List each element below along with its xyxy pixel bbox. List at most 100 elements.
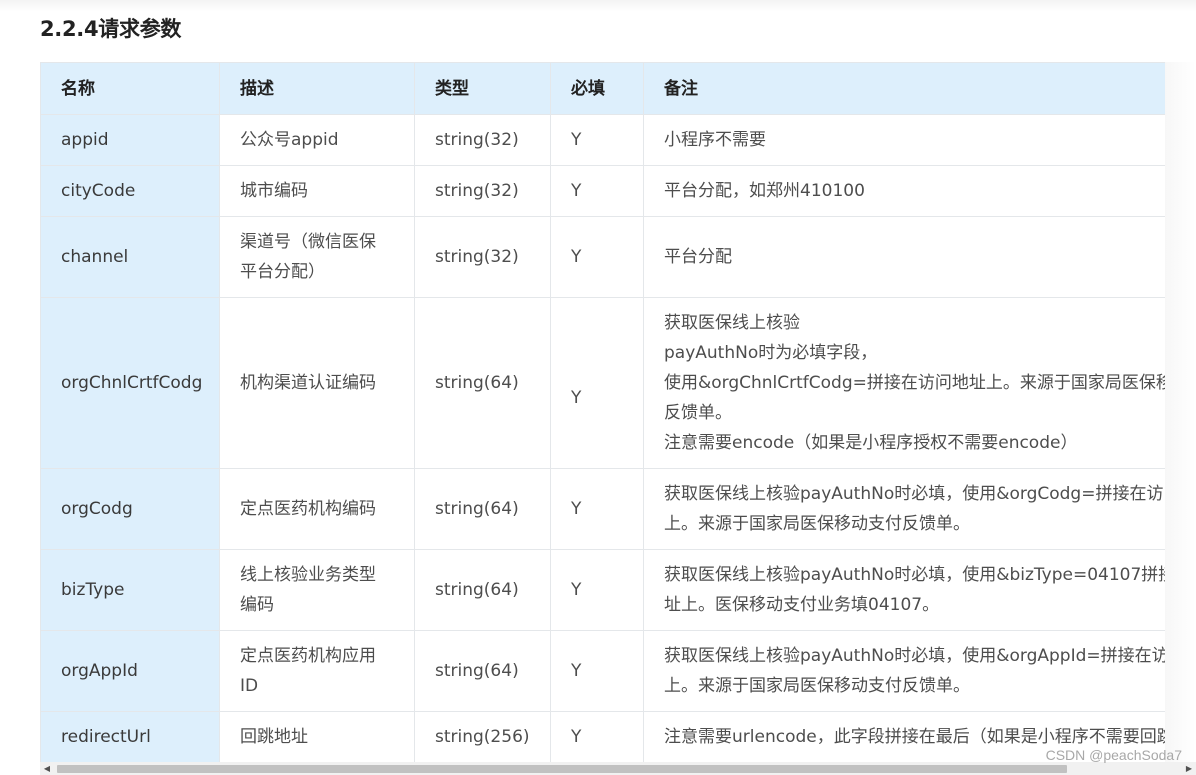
param-type: string(256) (435, 727, 530, 747)
param-name-cell: orgCodg (40, 468, 220, 550)
param-description-cell: 回跳地址 (219, 711, 415, 762)
param-name-cell: appid (40, 114, 220, 166)
param-description-line: 编码 (240, 595, 274, 615)
param-remark-cell: 获取医保线上核验payAuthNo时必填，使用&bizType=04107拼接在… (643, 549, 1165, 631)
param-required: Y (571, 181, 582, 201)
page-top-shadow (0, 0, 1196, 12)
param-type-cell: string(64) (414, 468, 551, 550)
param-remark-cell: 获取医保线上核验 payAuthNo时为必填字段， 使用&orgChnlCrtfCo… (643, 297, 1165, 469)
param-description-line: 机构渠道认证编码 (240, 373, 376, 393)
table-row: orgCodg 定点医药机构编码 string(64) Y 获取医保线上核验payAut… (40, 468, 1165, 550)
param-type: string(64) (435, 499, 519, 519)
header-required: 必填 (550, 62, 644, 115)
param-remark-line: payAuthNo时为必填字段， (664, 343, 878, 363)
param-remark-line: 址上。医保移动支付业务填04107。 (664, 595, 940, 615)
param-name-cell: redirectUrl (40, 711, 220, 762)
param-required-cell: Y (550, 114, 644, 166)
param-remark-cell: 平台分配，如郑州410100 (643, 165, 1165, 217)
param-name-cell: orgChnlCrtfCodg (40, 297, 220, 469)
param-type: string(32) (435, 247, 519, 267)
param-name-cell: channel (40, 216, 220, 298)
param-remark-line: 获取医保线上核验payAuthNo时必填，使用&orgCodg=拼接在访问地址 (664, 484, 1165, 504)
table-row: cityCode 城市编码 string(32) Y 平台分配，如郑州410100 (40, 165, 1165, 217)
param-remark-line: 获取医保线上核验payAuthNo时必填，使用&bizType=04107拼接在… (664, 565, 1165, 585)
param-required: Y (571, 388, 582, 408)
param-description-line: 线上核验业务类型 (240, 565, 376, 585)
param-description-line: ID (240, 676, 259, 696)
param-type: string(64) (435, 373, 519, 393)
param-name-cell: bizType (40, 549, 220, 631)
header-name: 名称 (40, 62, 220, 115)
param-name: channel (61, 247, 129, 267)
param-required: Y (571, 661, 582, 681)
param-description-line: 平台分配） (240, 262, 325, 282)
param-type-cell: string(32) (414, 165, 551, 217)
param-type: string(32) (435, 130, 519, 150)
param-required-cell: Y (550, 630, 644, 712)
param-remark-line: 使用&orgChnlCrtfCodg=拼接在访问地址上。来源于国家局医保移动支付 (664, 373, 1165, 393)
header-description: 描述 (219, 62, 415, 115)
param-required: Y (571, 580, 582, 600)
scroll-left-icon[interactable]: ◀ (40, 762, 54, 775)
param-remark-line: 获取医保线上核验 (664, 313, 800, 333)
table-overflow-shade (1165, 62, 1196, 762)
param-remark-line: 上。来源于国家局医保移动支付反馈单。 (664, 676, 970, 696)
param-description-line: 定点医药机构应用 (240, 646, 376, 666)
param-remark-line: 反馈单。 (664, 403, 732, 423)
param-required: Y (571, 247, 582, 267)
param-required-cell: Y (550, 165, 644, 217)
params-table: 名称 描述 类型 必填 备注 appid 公众号appid string(32) Y 小… (40, 62, 1165, 762)
param-remark-cell: 获取医保线上核验payAuthNo时必填，使用&orgCodg=拼接在访问地址上… (643, 468, 1165, 550)
param-description-cell: 定点医药机构编码 (219, 468, 415, 550)
param-type-cell: string(64) (414, 549, 551, 631)
param-type-cell: string(64) (414, 297, 551, 469)
param-required-cell: Y (550, 468, 644, 550)
table-header-row: 名称 描述 类型 必填 备注 (40, 62, 1165, 115)
param-remark-line: 获取医保线上核验payAuthNo时必填，使用&orgAppId=拼接在访问地址 (664, 646, 1165, 666)
params-table-container[interactable]: 名称 描述 类型 必填 备注 appid 公众号appid string(32) Y 小… (40, 62, 1165, 762)
param-description-cell: 机构渠道认证编码 (219, 297, 415, 469)
header-type: 类型 (414, 62, 551, 115)
param-type: string(32) (435, 181, 519, 201)
param-description-line: 公众号appid (240, 130, 339, 150)
param-description-cell: 公众号appid (219, 114, 415, 166)
param-name: bizType (61, 580, 125, 600)
param-name: cityCode (61, 181, 136, 201)
param-description-line: 回跳地址 (240, 727, 308, 747)
param-type: string(64) (435, 580, 519, 600)
param-type-cell: string(256) (414, 711, 551, 762)
section-title: 2.2.4请求参数 (40, 17, 182, 41)
horizontal-scrollbar[interactable]: ◀ ▶ (40, 762, 1196, 775)
table-row: appid 公众号appid string(32) Y 小程序不需要 (40, 114, 1165, 166)
param-description-cell: 线上核验业务类型 编码 (219, 549, 415, 631)
param-required: Y (571, 727, 582, 747)
param-name: orgCodg (61, 499, 133, 519)
param-remark-cell: 平台分配 (643, 216, 1165, 298)
param-required: Y (571, 499, 582, 519)
param-required-cell: Y (550, 549, 644, 631)
param-type-cell: string(32) (414, 216, 551, 298)
param-remark-line: 注意需要encode（如果是小程序授权不需要encode） (664, 433, 1078, 453)
scroll-right-icon[interactable]: ▶ (1182, 762, 1196, 775)
param-type: string(64) (435, 661, 519, 681)
param-type-cell: string(32) (414, 114, 551, 166)
param-description-line: 渠道号（微信医保 (240, 232, 376, 252)
param-description-cell: 渠道号（微信医保 平台分配） (219, 216, 415, 298)
param-name: redirectUrl (61, 727, 151, 747)
param-description-line: 定点医药机构编码 (240, 499, 376, 519)
param-remark-cell: 获取医保线上核验payAuthNo时必填，使用&orgAppId=拼接在访问地址… (643, 630, 1165, 712)
table-row: channel 渠道号（微信医保 平台分配） string(32) Y 平台分配 (40, 216, 1165, 298)
table-row: redirectUrl 回跳地址 string(256) Y 注意需要urlencode… (40, 711, 1165, 762)
param-name: orgAppId (61, 661, 138, 681)
table-row: orgAppId 定点医药机构应用 ID string(64) Y 获取医保线上核验pay… (40, 630, 1165, 712)
table-row: orgChnlCrtfCodg 机构渠道认证编码 string(64) Y 获取医保线上… (40, 297, 1165, 469)
header-remark: 备注 (643, 62, 1165, 115)
param-type-cell: string(64) (414, 630, 551, 712)
param-required-cell: Y (550, 297, 644, 469)
param-name: appid (61, 130, 109, 150)
scrollbar-thumb[interactable] (57, 765, 1067, 773)
param-name-cell: cityCode (40, 165, 220, 217)
param-required-cell: Y (550, 216, 644, 298)
param-name: orgChnlCrtfCodg (61, 373, 203, 393)
param-remark-line: 平台分配 (664, 247, 732, 267)
